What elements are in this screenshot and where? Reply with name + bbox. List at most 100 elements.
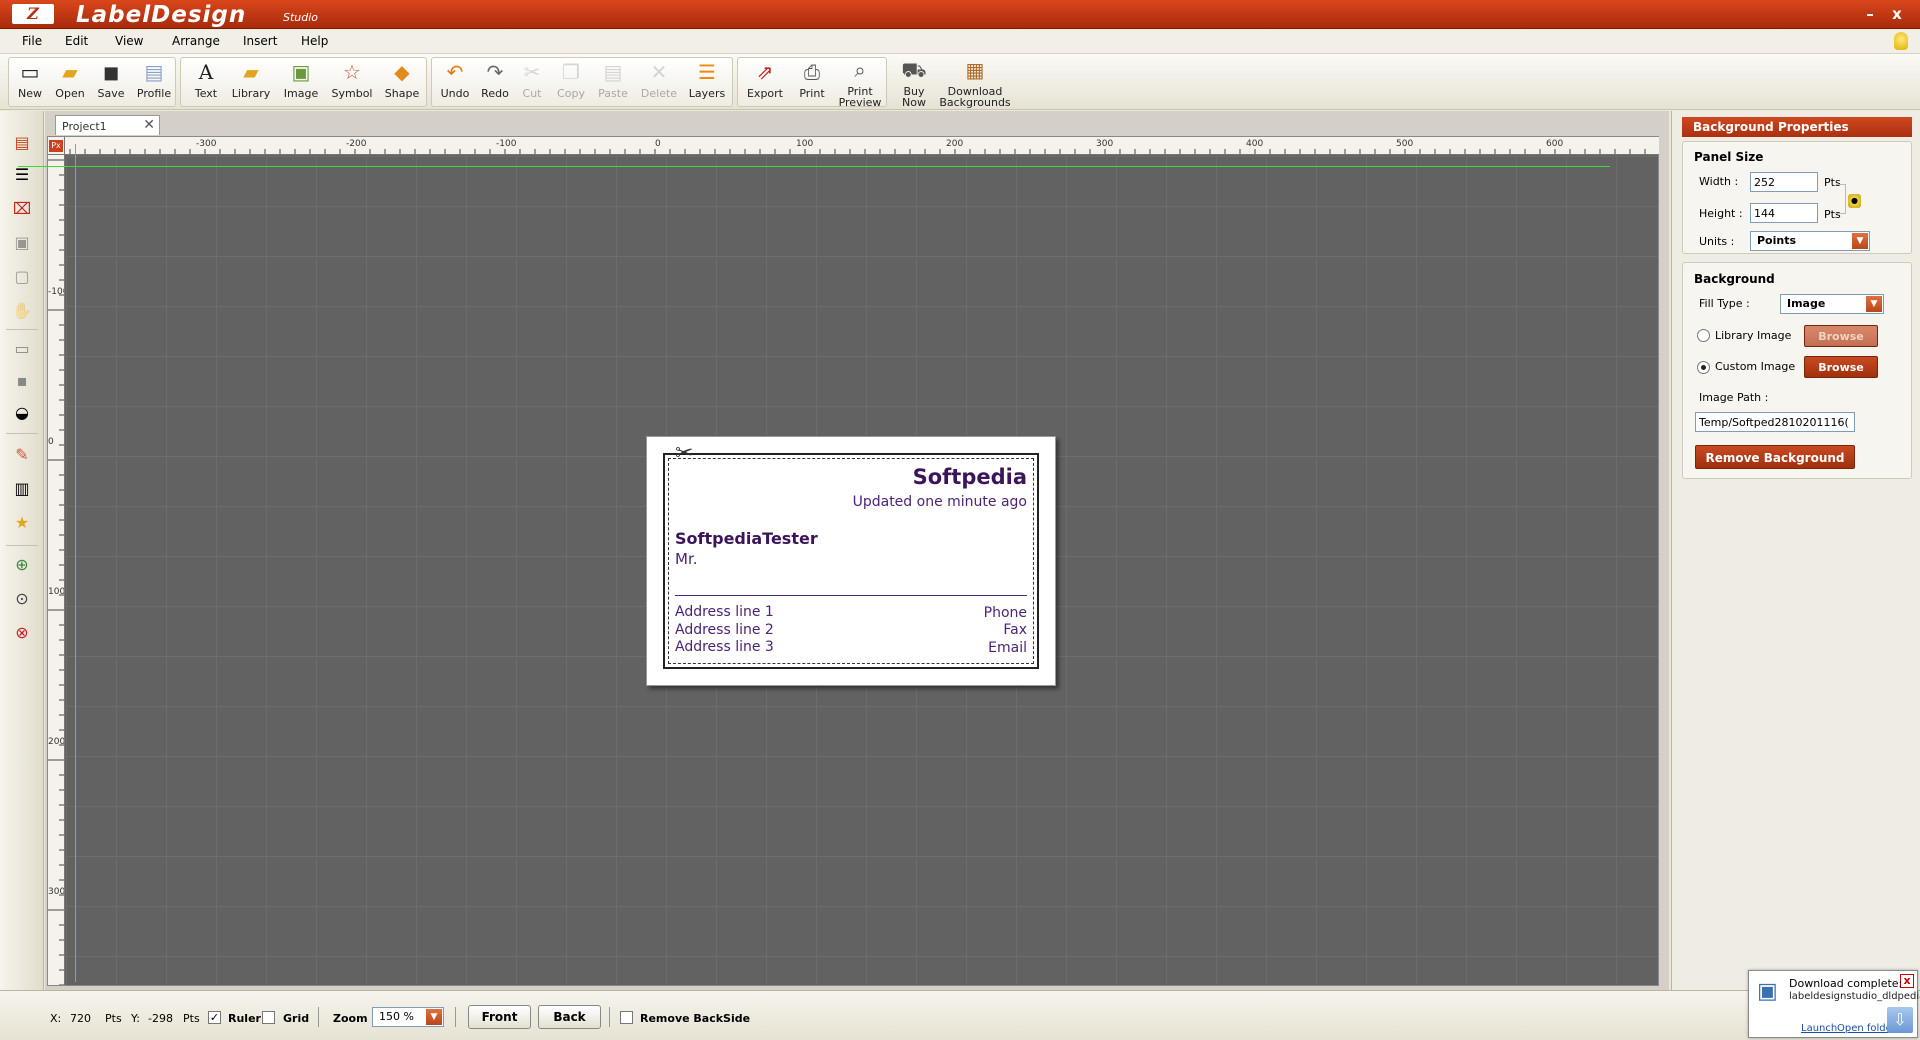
database-info-icon[interactable]: ⊙ [9,587,35,611]
undo-button[interactable]: ↶ Undo [437,59,473,99]
remove-backside-label: Remove BackSide [640,1012,751,1025]
shape-button[interactable]: ◆ Shape [382,59,422,99]
label-divider[interactable] [675,595,1027,596]
download-notification: ▣ x Download complete: labeldesignstudio… [1748,970,1920,1038]
export-button[interactable]: ⇗ Export [743,59,787,99]
download-backgrounds-icon: ▦ [965,58,985,82]
menu-file[interactable]: File [22,34,42,48]
y-coord-label: Y: [131,1012,140,1025]
remove-backside-checkbox[interactable] [620,1011,633,1024]
paste-button[interactable]: ▤ Paste [593,59,633,99]
label-address-line[interactable]: Address line 3 [675,639,774,655]
print-preview-icon: ⌕ [854,58,866,82]
ruler-checkbox[interactable]: ✓ [208,1011,221,1024]
custom-browse-button[interactable]: Browse [1804,356,1878,378]
minimize-button[interactable]: – [1860,5,1880,23]
ruler-label: Ruler [228,1012,261,1025]
undo-icon: ↶ [446,60,464,84]
library-image-radio[interactable] [1697,329,1710,342]
app-title: LabelDesign [76,2,247,28]
ruler-tick-label: 0 [655,139,661,149]
download-backgrounds-button[interactable]: ▦ Download Backgrounds [937,57,1013,108]
select-tool-icon[interactable]: ▤ [9,131,35,155]
text-tool-button[interactable]: A Text [190,59,222,99]
redo-button[interactable]: ↷ Redo [477,59,513,99]
menu-view[interactable]: View [115,34,143,48]
close-window-button[interactable]: x [1887,5,1907,23]
height-input[interactable] [1750,203,1818,223]
guide-line-vertical[interactable] [75,144,76,982]
label-fax[interactable]: Fax [1003,622,1027,638]
image-path-label: Image Path : [1699,391,1769,404]
profile-button[interactable]: ▤ Profile [134,59,174,99]
save-button[interactable]: ◼ Save [94,59,128,99]
label-subtitle[interactable]: Updated one minute ago [853,494,1027,510]
image-button[interactable]: ▣ Image [280,59,322,99]
grid-checkbox[interactable] [262,1011,275,1024]
bring-front-icon[interactable]: ▣ [9,231,35,255]
app-logo: Z [12,4,54,24]
buy-now-button[interactable]: ⛟ Buy Now [895,57,933,108]
lock-icon[interactable]: ● [1848,194,1861,208]
panel-size-section: Panel Size Width : Pts Height : Pts ● Un… [1682,141,1912,254]
print-preview-button[interactable]: ⌕ Print Preview [837,57,883,108]
tab-project1[interactable]: Project1 ✕ [55,115,160,135]
menu-insert[interactable]: Insert [243,34,277,48]
custom-image-radio[interactable] [1697,361,1710,374]
copy-button[interactable]: ❐ Copy [553,59,589,99]
remove-database-icon[interactable]: ⊗ [9,621,35,645]
menu-help[interactable]: Help [301,34,328,48]
label-tool-icon[interactable]: ✎ [9,443,35,467]
grid-label: Grid [283,1012,310,1025]
label-name[interactable]: SoftpediaTester [675,529,818,548]
ruler-left-ticks [48,159,64,985]
rectangle-tool-icon[interactable]: ▭ [9,337,35,361]
star-label-icon[interactable]: ★ [9,511,35,535]
delete-button[interactable]: ✕ Delete [637,59,681,99]
library-browse-button[interactable]: Browse [1804,325,1878,347]
barcode-tool-icon[interactable]: ▥ [9,477,35,501]
status-divider [318,1007,319,1027]
status-divider [609,1007,610,1027]
label-email[interactable]: Email [988,640,1027,656]
label-address-line[interactable]: Address line 1 [675,604,774,620]
new-button[interactable]: ▭ New [14,59,46,99]
symbol-button[interactable]: ☆ Symbol [328,59,376,99]
crop-tool-icon[interactable]: ⌧ [9,197,35,221]
front-button[interactable]: Front [468,1005,531,1029]
send-back-icon[interactable]: ▢ [9,265,35,289]
frame-tool-icon[interactable]: ▪ [9,369,35,393]
remove-background-button[interactable]: Remove Background [1695,445,1855,469]
label-title[interactable]: Softpedia [913,465,1027,489]
label-salutation[interactable]: Mr. [675,550,698,568]
copy-icon: ❐ [562,60,580,84]
paste-icon: ▤ [603,60,623,84]
tab-close-icon[interactable]: ✕ [143,117,155,133]
lightbulb-icon[interactable] [1894,32,1908,50]
floppy-icon: ◼ [102,60,120,84]
launch-link[interactable]: Launch [1801,1023,1837,1034]
units-select[interactable]: Points ▼ [1750,231,1870,251]
cut-button[interactable]: ✂ Cut [517,59,547,99]
open-button[interactable]: ▰ Open [52,59,88,99]
library-button[interactable]: ▰ Library [228,59,274,99]
label-phone[interactable]: Phone [984,605,1027,621]
add-database-icon[interactable]: ⊕ [9,553,35,577]
zoom-select[interactable]: 150 % ▼ [372,1007,444,1027]
print-button[interactable]: ⎙ Print [791,59,833,99]
y-coord-unit: Pts [183,1012,200,1025]
image-path-input[interactable] [1695,412,1855,432]
ruler-unit-badge[interactable]: Px [49,140,63,152]
hand-tool-icon[interactable]: ✋ [9,299,35,323]
width-input[interactable] [1750,172,1818,192]
fill-type-select[interactable]: Image ▼ [1780,294,1884,314]
label-card[interactable]: ✂ Softpedia Updated one minute ago Softp… [646,436,1056,686]
menu-arrange[interactable]: Arrange [172,34,220,48]
menu-edit[interactable]: Edit [65,34,88,48]
lock-bracket [1836,184,1846,214]
back-button[interactable]: Back [538,1005,601,1029]
label-address-line[interactable]: Address line 2 [675,622,774,638]
layers-button[interactable]: ☰ Layers [685,59,729,99]
fill-tool-icon[interactable]: ◒ [9,401,35,425]
guide-line-horizontal[interactable] [18,166,1610,167]
